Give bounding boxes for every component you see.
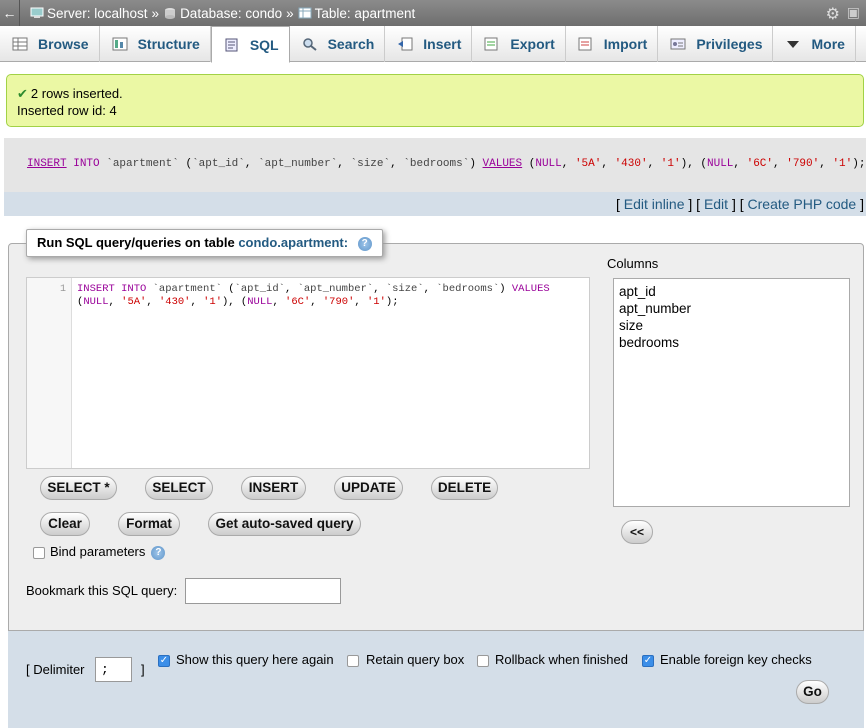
tab-label: SQL	[249, 36, 279, 53]
bracket: ] [	[731, 196, 744, 212]
breadcrumb-server[interactable]: Server: localhost	[47, 6, 148, 21]
insert-column-button[interactable]: <<	[621, 520, 653, 544]
get-auto-saved-query-button[interactable]: Get auto-saved query	[208, 512, 361, 536]
tab-sql[interactable]: SQL	[210, 26, 290, 63]
tab-privileges[interactable]: Privileges	[658, 26, 774, 62]
rollback-checkbox[interactable]	[477, 655, 489, 667]
executed-query: INSERT INTO `apartment` (`apt_id`, `apt_…	[4, 138, 866, 192]
tab-label: Insert	[423, 36, 462, 52]
go-button[interactable]: Go	[796, 680, 829, 704]
foreign-key-checks-label: Enable foreign key checks	[660, 652, 812, 667]
tab-import[interactable]: Import	[566, 26, 659, 62]
breadcrumb: Server: localhost » Database: condo » Ta…	[30, 6, 415, 21]
breadcrumb-table[interactable]: Table: apartment	[315, 6, 416, 21]
window-menu-icon[interactable]: ▣	[847, 4, 860, 21]
column-item[interactable]: apt_id	[619, 283, 844, 300]
bracket: ] [	[688, 196, 701, 212]
select-button[interactable]: SELECT	[145, 476, 213, 500]
structure-icon	[112, 37, 128, 51]
breadcrumb-separator: »	[151, 5, 160, 21]
chevron-down-icon	[787, 41, 800, 48]
delimiter-input[interactable]	[95, 657, 132, 682]
success-message: ✔ 2 rows inserted. Inserted row id: 4	[6, 74, 864, 127]
tab-label: More	[811, 36, 845, 52]
checkmark-icon: ✔	[17, 86, 28, 101]
select-star-button[interactable]: SELECT *	[40, 476, 117, 500]
database-icon	[165, 8, 176, 19]
retain-query-box-checkbox[interactable]	[347, 655, 359, 667]
sql-icon	[225, 38, 238, 51]
editor-gutter	[27, 278, 72, 468]
export-icon	[484, 37, 498, 51]
tab-label: Structure	[137, 36, 200, 52]
tab-bar: Browse Structure SQL Search Insert Expor…	[0, 26, 866, 63]
tab-structure[interactable]: Structure	[100, 26, 211, 62]
show-query-label: Show this query here again	[176, 652, 334, 667]
bind-parameters-checkbox[interactable]	[33, 547, 45, 559]
search-icon	[302, 38, 317, 51]
tab-browse[interactable]: Browse	[0, 26, 100, 62]
delimiter-bracket: ]	[141, 662, 145, 677]
format-button[interactable]: Format	[118, 512, 180, 536]
privileges-icon	[670, 38, 686, 50]
tab-export[interactable]: Export	[472, 26, 566, 62]
query-links: [ Edit inline ] [ Edit ] [ Create PHP co…	[616, 196, 864, 212]
show-query-checkbox[interactable]: ✓	[158, 655, 170, 667]
inserted-row-id-text: Inserted row id: 4	[17, 103, 117, 118]
column-item[interactable]: size	[619, 317, 844, 334]
help-icon[interactable]: ?	[151, 545, 166, 560]
tab-label: Import	[603, 36, 648, 52]
tab-label: Privileges	[696, 36, 763, 52]
tab-label: Export	[510, 36, 555, 52]
tab-more[interactable]: More	[773, 26, 856, 62]
sql-editor[interactable]: 1 INSERT INTO `apartment` (`apt_id`, `ap…	[26, 277, 590, 469]
rollback-label: Rollback when finished	[495, 652, 628, 667]
bookmark-input[interactable]	[185, 578, 341, 604]
bind-parameters-label: Bind parameters?	[50, 544, 166, 560]
breadcrumb-database[interactable]: Database: condo	[180, 6, 282, 21]
table-icon	[298, 7, 312, 19]
delimiter-label: [ Delimiter	[26, 662, 85, 677]
column-item[interactable]: apt_number	[619, 300, 844, 317]
edit-inline-link[interactable]: Edit inline	[624, 196, 685, 212]
import-icon	[578, 37, 592, 51]
foreign-key-checks-checkbox[interactable]: ✓	[642, 655, 654, 667]
rows-inserted-text: 2 rows inserted.	[30, 86, 123, 101]
tab-insert[interactable]: Insert	[385, 26, 473, 62]
insert-icon	[398, 37, 413, 51]
line-number: 1	[60, 284, 67, 295]
clear-button[interactable]: Clear	[40, 512, 90, 536]
columns-list[interactable]: apt_id apt_number size bedrooms	[613, 278, 850, 507]
back-arrow-icon[interactable]: ←	[0, 0, 20, 26]
settings-gear-icon[interactable]: ⚙	[826, 4, 840, 24]
insert-button[interactable]: INSERT	[241, 476, 306, 500]
create-php-code-link[interactable]: Create PHP code	[748, 196, 857, 212]
breadcrumb-separator: »	[286, 5, 294, 21]
edit-link[interactable]: Edit	[704, 196, 728, 212]
panel-legend: Run SQL query/queries on table condo.apa…	[26, 229, 383, 257]
delete-button[interactable]: DELETE	[431, 476, 498, 500]
bracket: ]	[860, 196, 864, 212]
server-icon	[30, 7, 44, 18]
retain-query-box-label: Retain query box	[366, 652, 465, 667]
columns-label: Columns	[607, 256, 659, 271]
bracket: [	[616, 196, 620, 212]
options-panel	[8, 630, 864, 728]
help-icon[interactable]: ?	[357, 236, 372, 251]
legend-text: Run SQL query/queries on table	[37, 235, 235, 250]
bookmark-label: Bookmark this SQL query:	[26, 583, 178, 598]
tab-search[interactable]: Search	[290, 26, 386, 62]
breadcrumb-bar: ← Server: localhost » Database: condo » …	[0, 0, 866, 26]
sql-code[interactable]: INSERT INTO `apartment` (`apt_id`, `apt_…	[77, 283, 587, 309]
tab-label: Search	[327, 36, 375, 52]
table-link[interactable]: condo.apartment:	[238, 235, 348, 250]
column-item[interactable]: bedrooms	[619, 334, 844, 351]
update-button[interactable]: UPDATE	[334, 476, 403, 500]
tab-label: Browse	[38, 36, 89, 52]
browse-icon	[12, 37, 28, 51]
